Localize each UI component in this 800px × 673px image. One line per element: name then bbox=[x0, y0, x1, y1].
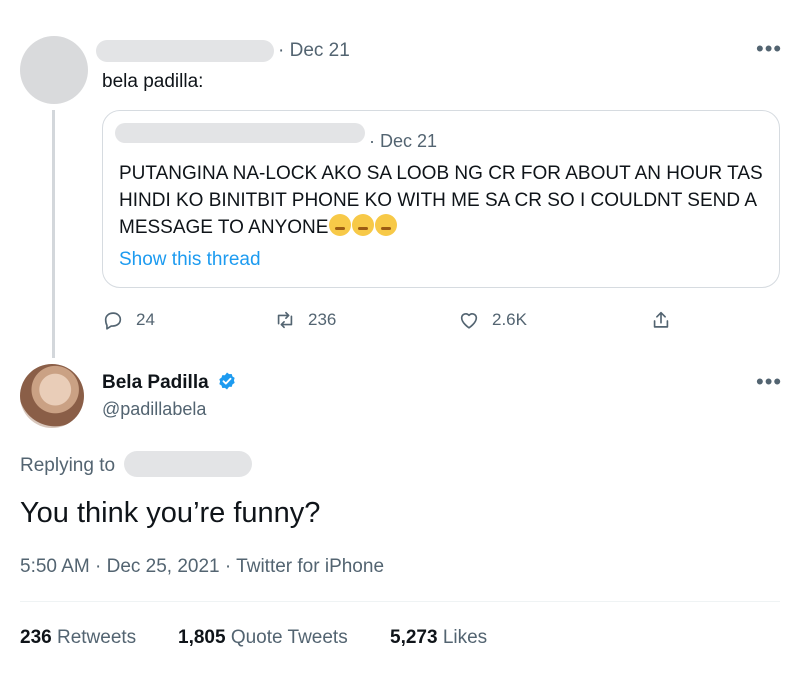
quoted-tweet-text: PUTANGINA NA-LOCK AKO SA LOOB NG CR FOR … bbox=[119, 160, 769, 241]
quotes-label: Quote Tweets bbox=[230, 627, 348, 648]
reply-icon bbox=[104, 312, 122, 330]
like-icon bbox=[460, 313, 478, 329]
retweets-label: Retweets bbox=[56, 627, 137, 648]
author-name[interactable]: Bela Padilla bbox=[102, 372, 209, 393]
tweet-text: You think you’re funny? bbox=[20, 497, 321, 529]
redacted-username bbox=[96, 40, 274, 62]
show-thread-link[interactable]: Show this thread bbox=[119, 249, 261, 271]
emoji-icon bbox=[375, 214, 398, 236]
parent-tweet-date[interactable]: · Dec 21 bbox=[278, 40, 350, 62]
parent-tweet-text: bela padilla: bbox=[102, 71, 204, 92]
parent-avatar[interactable] bbox=[20, 36, 88, 104]
tweet-meta: 5:50 AM · Dec 25, 2021 · Twitter for iPh… bbox=[20, 556, 385, 577]
retweet-count: 236 bbox=[308, 310, 337, 329]
reply-count: 24 bbox=[136, 310, 155, 329]
replying-to-label: Replying to bbox=[20, 455, 116, 476]
like-action[interactable]: 2.6K bbox=[458, 309, 527, 331]
more-icon[interactable]: ••• bbox=[756, 38, 782, 60]
quoted-tweet-body: PUTANGINA NA-LOCK AKO SA LOOB NG CR FOR … bbox=[119, 163, 763, 238]
retweets-count: 236 bbox=[20, 627, 52, 648]
verified-icon bbox=[219, 372, 235, 390]
share-action[interactable] bbox=[650, 309, 672, 331]
emoji-icon bbox=[352, 214, 375, 236]
retweet-action[interactable]: 236 bbox=[274, 309, 336, 331]
likes-label: Likes bbox=[442, 627, 488, 648]
profile-avatar[interactable] bbox=[20, 364, 84, 428]
retweets-stat[interactable]: 236 Retweets bbox=[20, 627, 136, 649]
quoted-tweet-card[interactable]: · Dec 21 PUTANGINA NA-LOCK AKO SA LOOB N… bbox=[102, 110, 780, 288]
likes-count: 5,273 bbox=[390, 627, 438, 648]
reply-action[interactable]: 24 bbox=[102, 309, 155, 331]
quotes-count: 1,805 bbox=[178, 627, 226, 648]
redacted-reply-target bbox=[124, 451, 252, 477]
retweet-icon bbox=[277, 311, 293, 329]
thread-connector bbox=[52, 110, 55, 358]
quoted-redacted-username bbox=[115, 123, 365, 143]
author-name-row[interactable]: Bela Padilla bbox=[102, 371, 237, 394]
emoji-icon bbox=[329, 214, 352, 236]
quote-tweets-stat[interactable]: 1,805 Quote Tweets bbox=[178, 627, 348, 649]
likes-stat[interactable]: 5,273 Likes bbox=[390, 627, 487, 649]
quoted-tweet-date: · Dec 21 bbox=[369, 131, 438, 151]
like-count: 2.6K bbox=[492, 310, 527, 329]
divider bbox=[20, 601, 780, 602]
more-icon[interactable]: ••• bbox=[756, 371, 782, 393]
share-icon bbox=[653, 311, 669, 328]
author-handle[interactable]: @padillabela bbox=[102, 399, 206, 420]
